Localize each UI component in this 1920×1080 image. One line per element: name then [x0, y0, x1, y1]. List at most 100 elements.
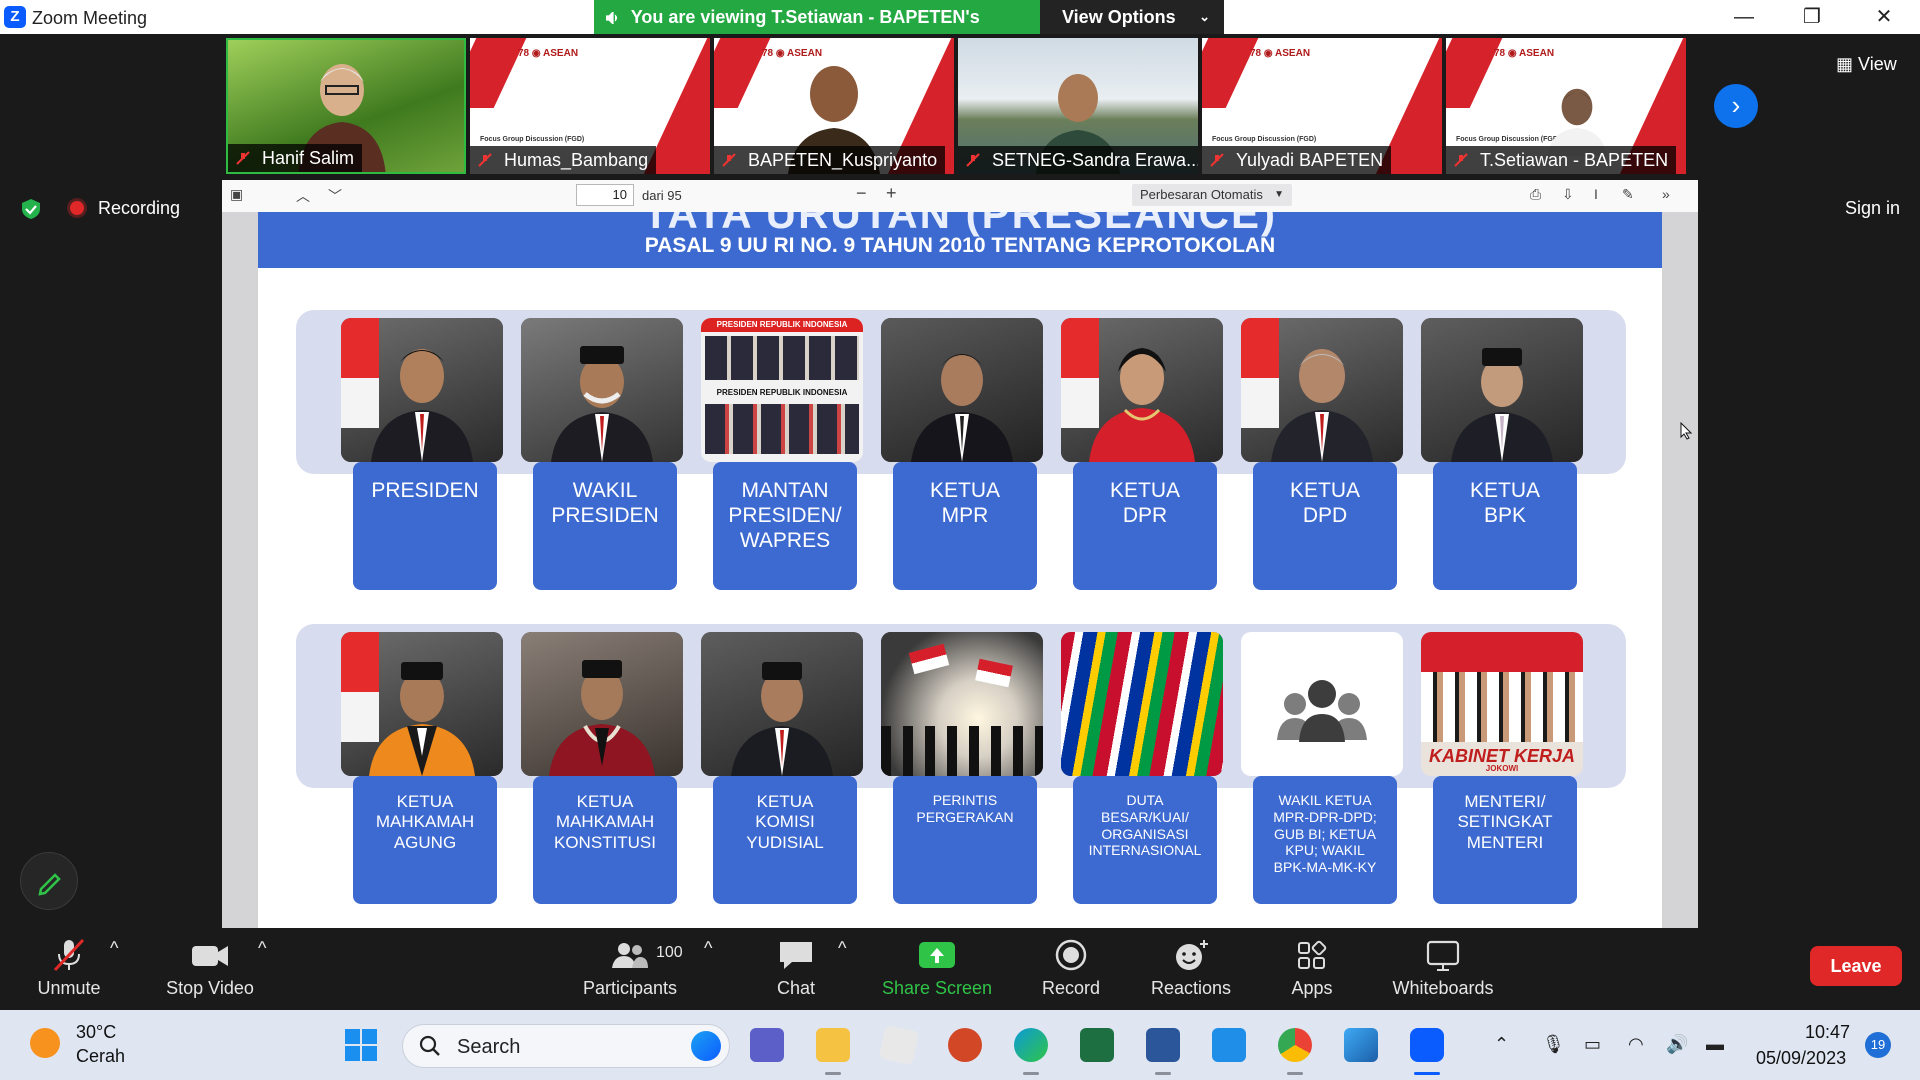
page-total: dari 95	[642, 188, 682, 203]
mic-muted-icon	[478, 153, 492, 167]
taskbar-search[interactable]: Search	[402, 1024, 730, 1068]
microphone-icon[interactable]: 🎙	[1542, 1034, 1565, 1055]
windows-start-icon[interactable]	[344, 1028, 378, 1062]
tile-slide-caption: Focus Group Discussion (FGD)	[1212, 136, 1317, 143]
record-button[interactable]: Record	[1038, 938, 1104, 999]
chat-button[interactable]: Chat	[766, 938, 826, 999]
recording-dot-icon	[70, 201, 84, 215]
weather-temperature[interactable]: 30°C	[76, 1022, 116, 1043]
participant-tile[interactable]: 78 ◉ ASEAN BAPETEN_Kuspriyanto	[714, 38, 954, 174]
participant-name: Humas_Bambang	[470, 146, 657, 174]
participants-button[interactable]: 100 Participants	[578, 938, 683, 999]
chat-caret-icon[interactable]: ^	[838, 938, 846, 959]
minimize-button[interactable]: —	[1712, 0, 1776, 34]
audio-options-caret-icon[interactable]: ^	[110, 938, 118, 959]
unmute-button[interactable]: Unmute	[32, 938, 106, 999]
participants-caret-icon[interactable]: ^	[704, 938, 712, 959]
view-options-label: View Options	[1062, 7, 1176, 27]
weather-condition[interactable]: Cerah	[76, 1046, 125, 1067]
sign-in-link[interactable]: Sign in	[1845, 198, 1900, 219]
participant-name: Yulyadi BAPETEN	[1202, 146, 1392, 174]
official-photo	[1241, 632, 1403, 776]
recording-indicator[interactable]: Recording	[98, 198, 180, 219]
word-icon[interactable]	[1146, 1028, 1180, 1075]
apps-icon	[1298, 940, 1327, 969]
battery-icon[interactable]: ▬	[1706, 1034, 1724, 1055]
official-photo	[341, 632, 503, 776]
event-logos: 78 ◉ ASEAN	[518, 48, 579, 59]
file-explorer-icon[interactable]	[816, 1028, 850, 1075]
record-icon	[1055, 939, 1087, 971]
position-label: PRESIDEN	[353, 462, 497, 590]
mic-muted-icon	[966, 153, 980, 167]
share-screen-button[interactable]: Share Screen	[880, 938, 994, 999]
position-label: MANTAN PRESIDEN/ WAPRES	[713, 462, 857, 590]
zoom-app-icon[interactable]	[1410, 1028, 1444, 1075]
mail-icon[interactable]	[1212, 1028, 1246, 1062]
draw-icon[interactable]: ✎	[1622, 186, 1634, 203]
bing-icon[interactable]	[691, 1031, 721, 1061]
leave-button[interactable]: Leave	[1810, 946, 1902, 986]
participants-icon	[612, 943, 648, 968]
more-tools-icon[interactable]: »	[1662, 186, 1670, 202]
official-photo	[881, 632, 1043, 776]
photos-app-icon[interactable]	[1344, 1028, 1378, 1062]
view-button[interactable]: ▦ View	[1836, 54, 1897, 75]
show-hidden-icons-chevron-icon[interactable]: ⌃	[1494, 1034, 1509, 1055]
excel-icon[interactable]	[1080, 1028, 1114, 1062]
reactions-button[interactable]: Reactions	[1148, 938, 1234, 999]
viewing-share-banner: You are viewing T.Setiawan - BAPETEN's s…	[594, 0, 1040, 61]
position-label: KETUA BPK	[1433, 462, 1577, 590]
participant-tile[interactable]: Hanif Salim	[226, 38, 466, 174]
clock-time[interactable]: 10:47	[1805, 1022, 1850, 1043]
zoom-select[interactable]: Perbesaran Otomatis ▼	[1132, 184, 1292, 206]
text-cursor-icon[interactable]: I	[1594, 186, 1598, 202]
position-label: KETUA MAHKAMAH KONSTITUSI	[533, 776, 677, 904]
mic-muted-icon	[236, 151, 250, 165]
previous-page-icon[interactable]: ︿	[296, 186, 310, 206]
stop-video-button[interactable]: Stop Video	[160, 938, 260, 999]
official-photo	[881, 318, 1043, 462]
participant-tile[interactable]: 78 ◉ ASEAN Focus Group Discussion (FGD) …	[470, 38, 710, 174]
mic-muted-icon	[722, 153, 736, 167]
page-number-input[interactable]: 10	[576, 184, 634, 206]
security-shield-icon[interactable]	[20, 198, 42, 220]
pdf-canvas[interactable]: TATA URUTAN (PRESEANCE) PASAL 9 UU RI NO…	[222, 212, 1698, 928]
next-page-icon[interactable]: ﹀	[328, 186, 342, 206]
zoom-out-icon[interactable]: −	[856, 183, 867, 204]
volume-icon[interactable]: 🔊	[1666, 1034, 1688, 1055]
annotate-button[interactable]	[20, 852, 78, 910]
smiley-plus-icon	[1176, 940, 1208, 970]
participant-tile[interactable]: 78 ◉ ASEAN Focus Group Discussion (FGD) …	[1202, 38, 1442, 174]
whiteboard-icon	[1426, 940, 1460, 971]
chrome-browser-icon[interactable]	[1278, 1028, 1312, 1075]
wifi-icon[interactable]: ◠	[1628, 1034, 1644, 1055]
save-icon[interactable]: ⇩	[1562, 186, 1574, 203]
teams-chat-icon[interactable]	[750, 1028, 784, 1062]
clock-date[interactable]: 05/09/2023	[1756, 1048, 1846, 1069]
participants-count: 100	[656, 944, 683, 961]
participant-tile[interactable]: 78 ◉ ASEAN Focus Group Discussion (FGD) …	[1446, 38, 1686, 174]
mic-muted-icon	[1210, 153, 1224, 167]
position-label: KETUA DPR	[1073, 462, 1217, 590]
apps-button[interactable]: Apps	[1284, 938, 1340, 999]
restore-button[interactable]: ❐	[1780, 0, 1844, 34]
edge-browser-icon[interactable]	[1014, 1028, 1048, 1075]
chevron-down-icon: ▼	[1274, 189, 1284, 200]
notes-app-icon[interactable]	[878, 1024, 920, 1066]
participant-tile[interactable]: SETNEG-Sandra Erawa...	[958, 38, 1198, 174]
notification-badge[interactable]: 19	[1865, 1032, 1891, 1058]
speaker-icon	[606, 12, 618, 24]
weather-sun-icon[interactable]	[30, 1028, 60, 1058]
print-icon[interactable]: ⎙	[1530, 186, 1541, 203]
view-options-button[interactable]: View Options ⌄	[1040, 0, 1224, 34]
next-page-arrow-icon[interactable]: ›	[1714, 84, 1758, 128]
pdf-toolbar: ▣ ︿ ﹀ 10 dari 95 − + Perbesaran Otomatis…	[222, 180, 1698, 213]
zoom-in-icon[interactable]: +	[886, 183, 897, 204]
video-options-caret-icon[interactable]: ^	[258, 938, 266, 959]
sidebar-toggle-icon[interactable]: ▣	[230, 186, 243, 203]
whiteboards-button[interactable]: Whiteboards	[1388, 938, 1498, 999]
display-icon[interactable]: ▭	[1584, 1034, 1601, 1055]
close-button[interactable]: ✕	[1852, 0, 1916, 34]
powerpoint-icon[interactable]	[948, 1028, 982, 1062]
